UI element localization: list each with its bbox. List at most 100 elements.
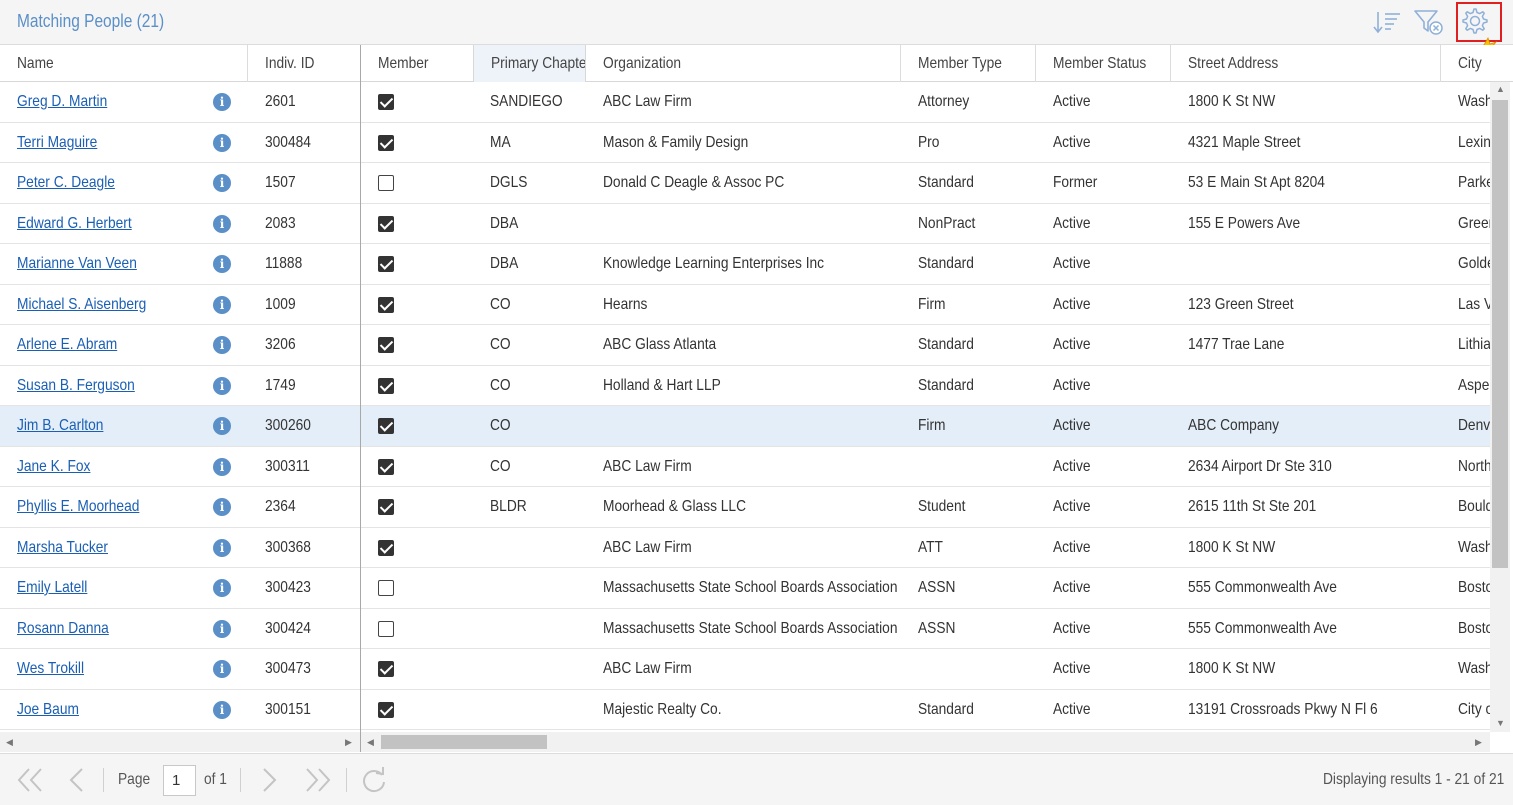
table-row[interactable]: Emily Latell i 300423 Massachusetts State S… xyxy=(0,568,1490,609)
info-icon[interactable]: i xyxy=(213,255,231,273)
filter-clear-icon[interactable] xyxy=(1413,6,1445,38)
table-row[interactable]: Rosann Danna i 300424 Massachusetts State S… xyxy=(0,609,1490,649)
column-header-city[interactable]: City xyxy=(1458,45,1488,82)
page-label: Page xyxy=(118,771,151,788)
scroll-down-arrow-icon[interactable]: ▼ xyxy=(1496,718,1505,728)
table-row[interactable]: Marsha Tucker i 300368 ABC Law Firm ATT Activ… xyxy=(0,528,1490,568)
person-name-link[interactable]: Joe Baum xyxy=(17,690,207,730)
table-row[interactable]: Wes Trokill i 300473 ABC Law Firm Active 1800… xyxy=(0,649,1490,690)
table-row[interactable]: Greg D. Martin i 2601 SANDIEGO ABC Law Firm A… xyxy=(0,82,1490,123)
primary-chapter-cell: CO xyxy=(490,417,511,434)
info-icon[interactable]: i xyxy=(213,457,231,476)
next-page-icon[interactable] xyxy=(262,767,278,797)
person-name-link[interactable]: Edward G. Herbert xyxy=(17,204,207,244)
member-checkbox xyxy=(378,499,394,515)
info-icon[interactable]: i xyxy=(213,417,231,435)
info-icon[interactable]: i xyxy=(213,579,231,597)
member-status-cell: Active xyxy=(1053,457,1091,475)
frozen-column-divider[interactable] xyxy=(360,45,361,752)
main-horizontal-scrollbar[interactable]: ◀ ▶ xyxy=(361,732,1490,752)
column-header-name[interactable]: Name xyxy=(17,45,237,82)
member-type-cell: Attorney xyxy=(918,93,970,110)
info-icon[interactable]: i xyxy=(213,174,231,192)
scroll-right-arrow-icon[interactable]: ▶ xyxy=(1475,737,1482,748)
table-row[interactable]: Jane K. Fox i 300311 CO ABC Law Firm Active 26… xyxy=(0,447,1490,487)
member-type-cell: Standard xyxy=(918,376,974,394)
refresh-icon[interactable] xyxy=(360,767,388,799)
person-name-link[interactable]: Greg D. Martin xyxy=(17,82,207,122)
info-icon[interactable]: i xyxy=(213,538,231,557)
info-icon[interactable]: i xyxy=(213,619,231,638)
column-header-street-address[interactable]: Street Address xyxy=(1188,45,1428,82)
person-name-link[interactable]: Emily Latell xyxy=(17,568,207,608)
info-icon[interactable]: i xyxy=(213,376,231,395)
person-name-link[interactable]: Susan B. Ferguson xyxy=(17,366,207,406)
column-header-primary-chapter[interactable]: Primary Chapter xyxy=(473,45,586,82)
member-type-cell: Standard xyxy=(918,336,974,353)
table-row[interactable]: Jim B. Carlton i 300260 CO Firm Active ABC Com… xyxy=(0,406,1490,447)
member-type-cell: ASSN xyxy=(918,619,956,637)
info-icon[interactable]: i xyxy=(213,498,231,516)
indiv-id-cell: 300311 xyxy=(265,457,310,475)
scroll-right-arrow-icon[interactable]: ▶ xyxy=(345,737,352,748)
table-row[interactable]: Susan B. Ferguson i 1749 CO Holland & Hart L… xyxy=(0,366,1490,406)
table-row[interactable]: Phyllis E. Moorhead i 2364 BLDR Moorhead & G… xyxy=(0,487,1490,528)
vertical-scrollbar-thumb[interactable] xyxy=(1492,100,1508,568)
person-name-link[interactable]: Marianne Van Veen xyxy=(17,244,207,284)
primary-chapter-cell: SANDIEGO xyxy=(490,93,563,110)
person-name-link[interactable]: Michael S. Aisenberg xyxy=(17,285,207,325)
table-row[interactable]: Arlene E. Abram i 3206 CO ABC Glass Atlanta S… xyxy=(0,325,1490,366)
column-header-member-status[interactable]: Member Status xyxy=(1053,45,1163,82)
frozen-horizontal-scrollbar[interactable]: ◀ ▶ xyxy=(0,732,360,752)
member-checkbox xyxy=(378,620,394,637)
last-page-icon[interactable] xyxy=(304,767,332,797)
organization-cell: Knowledge Learning Enterprises Inc xyxy=(603,255,825,272)
person-name-link[interactable]: Rosann Danna xyxy=(17,609,207,649)
city-cell: City o xyxy=(1458,700,1490,718)
column-header-organization[interactable]: Organization xyxy=(603,45,893,82)
table-row[interactable]: Michael S. Aisenberg i 1009 CO Hearns Firm Act… xyxy=(0,285,1490,325)
person-name-link[interactable]: Arlene E. Abram xyxy=(17,325,207,365)
person-name-link[interactable]: Wes Trokill xyxy=(17,649,207,689)
info-icon[interactable]: i xyxy=(213,336,231,354)
table-row[interactable]: Joe Baum i 300151 Majestic Realty Co. Standa… xyxy=(0,690,1490,730)
info-icon[interactable]: i xyxy=(213,660,231,678)
first-page-icon[interactable] xyxy=(16,767,44,797)
member-type-cell: Standard xyxy=(918,174,974,191)
column-header-indiv-id[interactable]: Indiv. ID xyxy=(265,45,355,82)
page-number-input[interactable] xyxy=(163,765,196,796)
scroll-left-arrow-icon[interactable]: ◀ xyxy=(367,737,374,748)
sort-icon[interactable] xyxy=(1371,6,1403,38)
street-address-cell: 1800 K St NW xyxy=(1188,93,1276,110)
column-header-member-type[interactable]: Member Type xyxy=(918,45,1028,82)
table-row[interactable]: Terri Maguire i 300484 MA Mason & Family Des… xyxy=(0,123,1490,163)
person-name-link[interactable]: Jim B. Carlton xyxy=(17,406,207,446)
info-icon[interactable]: i xyxy=(213,700,231,719)
table-row[interactable]: Peter C. Deagle i 1507 DGLS Donald C Deagle … xyxy=(0,163,1490,204)
vertical-scrollbar[interactable]: ▲ ▼ xyxy=(1490,82,1510,732)
person-name-link[interactable]: Jane K. Fox xyxy=(17,447,207,487)
person-name-link[interactable]: Terri Maguire xyxy=(17,123,207,163)
indiv-id-cell: 1749 xyxy=(265,376,296,394)
column-header-member[interactable]: Member xyxy=(378,45,468,82)
scroll-left-arrow-icon[interactable]: ◀ xyxy=(6,737,13,748)
person-name-link[interactable]: Phyllis E. Moorhead xyxy=(17,487,207,527)
info-icon[interactable]: i xyxy=(213,133,231,152)
person-name-link[interactable]: Peter C. Deagle xyxy=(17,163,207,203)
info-icon[interactable]: i xyxy=(213,295,231,314)
table-row[interactable]: Marianne Van Veen i 11888 DBA Knowledge Lear… xyxy=(0,244,1490,285)
indiv-id-cell: 1507 xyxy=(265,174,296,191)
info-icon[interactable]: i xyxy=(213,214,231,233)
scroll-up-arrow-icon[interactable]: ▲ xyxy=(1496,84,1505,94)
organization-cell: Massachusetts State School Boards Associ… xyxy=(603,579,898,596)
city-cell: Bould xyxy=(1458,498,1490,515)
info-icon[interactable]: i xyxy=(213,93,231,111)
previous-page-icon[interactable] xyxy=(68,767,84,797)
table-row[interactable]: Edward G. Herbert i 2083 DBA NonPract Active 1… xyxy=(0,204,1490,244)
settings-gear-icon[interactable] xyxy=(1458,5,1490,37)
person-name-link[interactable]: Marsha Tucker xyxy=(17,528,207,568)
horizontal-scrollbar-thumb[interactable] xyxy=(381,735,547,749)
member-checkbox xyxy=(378,296,394,313)
organization-cell: Hearns xyxy=(603,295,648,313)
organization-cell: ABC Law Firm xyxy=(603,538,692,556)
